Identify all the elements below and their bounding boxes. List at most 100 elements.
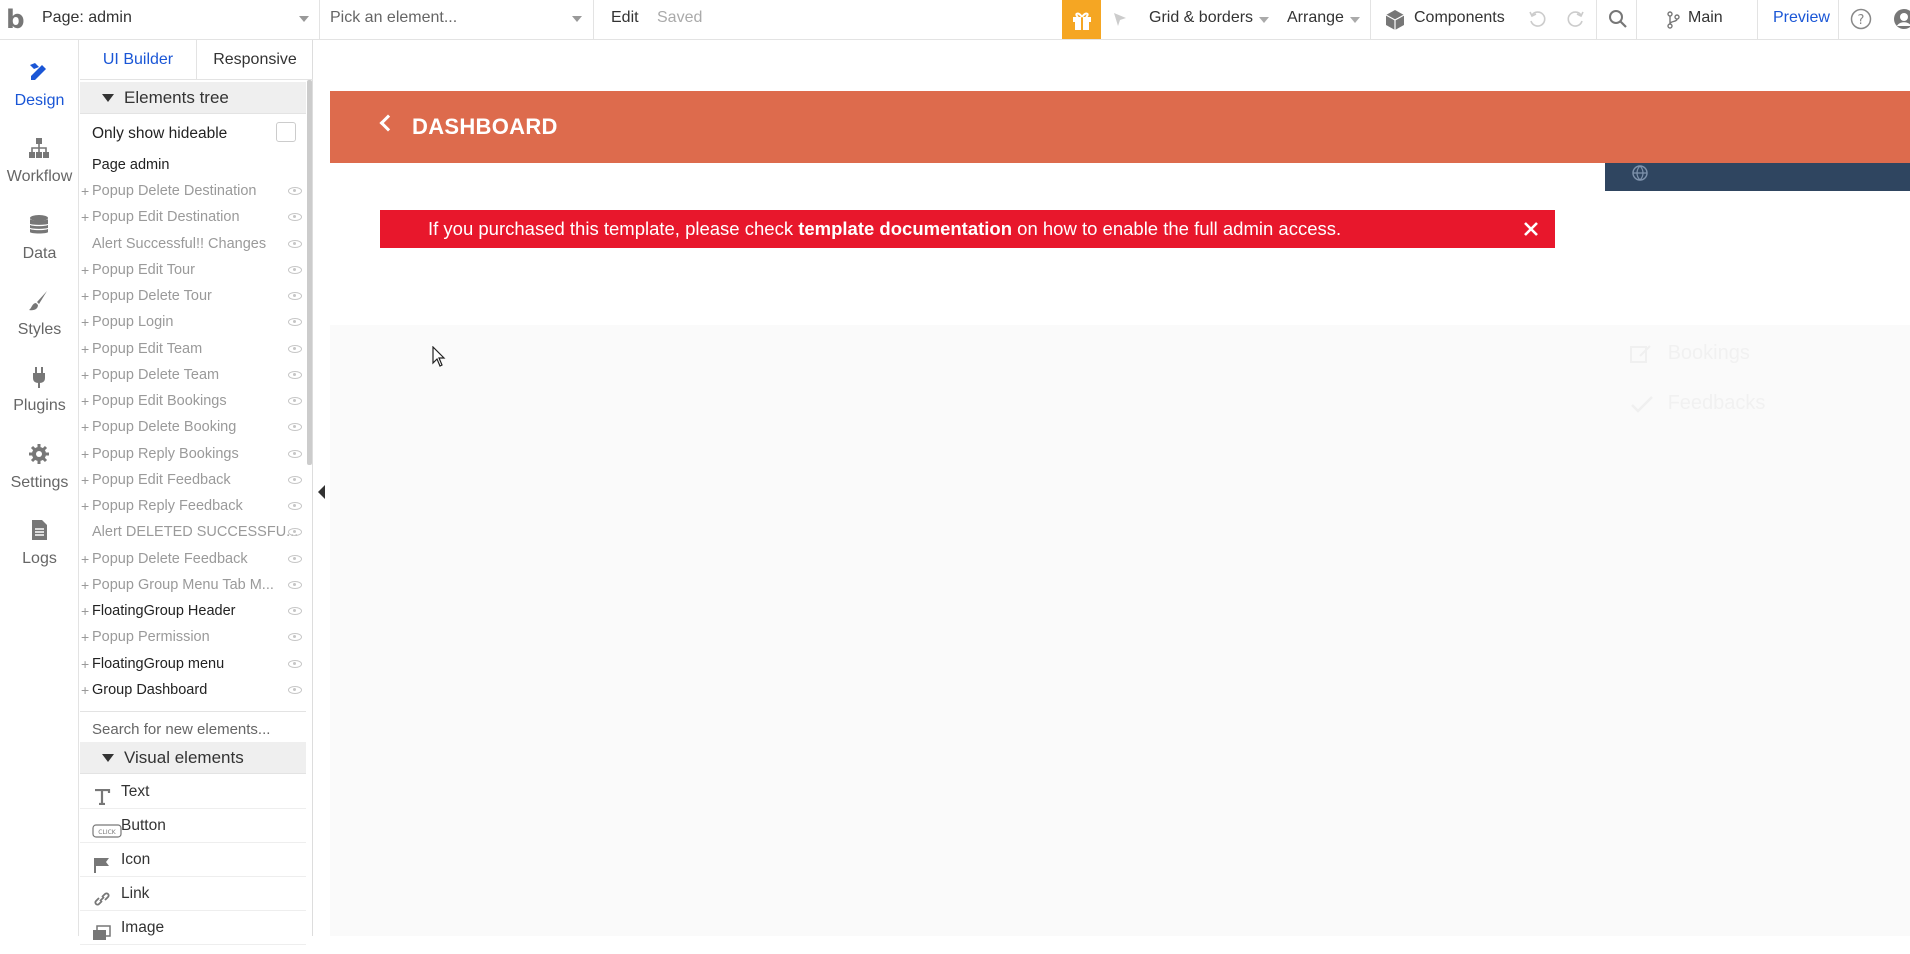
eye-icon[interactable] bbox=[288, 450, 302, 458]
tree-item[interactable]: + Popup Edit Team bbox=[80, 336, 306, 362]
close-icon[interactable] bbox=[1521, 219, 1541, 239]
eye-icon[interactable] bbox=[288, 555, 302, 563]
eye-icon[interactable] bbox=[288, 318, 302, 326]
mouse-cursor-icon bbox=[432, 346, 446, 367]
tab-ui-builder[interactable]: UI Builder bbox=[80, 40, 196, 80]
eye-icon[interactable] bbox=[288, 187, 302, 195]
eye-icon[interactable] bbox=[288, 476, 302, 484]
visual-element-text[interactable]: Text bbox=[80, 775, 306, 809]
select-pointer-icon[interactable] bbox=[1111, 10, 1129, 33]
tree-item[interactable]: + FloatingGroup Header bbox=[80, 598, 306, 624]
search-icon[interactable] bbox=[1608, 9, 1628, 34]
design-canvas[interactable]: DASHBOARD If you purchased this template… bbox=[330, 40, 1910, 936]
expand-plus-icon[interactable]: + bbox=[81, 257, 89, 283]
visual-element-image[interactable]: Image bbox=[80, 911, 306, 945]
expand-plus-icon[interactable]: + bbox=[81, 441, 89, 467]
edit-menu[interactable]: Edit bbox=[611, 0, 639, 40]
expand-plus-icon[interactable]: + bbox=[81, 467, 89, 493]
expand-plus-icon[interactable]: + bbox=[81, 204, 89, 230]
eye-icon[interactable] bbox=[288, 607, 302, 615]
expand-plus-icon[interactable]: + bbox=[81, 572, 89, 598]
tree-item[interactable]: + Popup Reply Feedback bbox=[80, 493, 306, 519]
arrange-menu[interactable]: Arrange bbox=[1287, 0, 1344, 40]
nav-styles[interactable]: Styles bbox=[0, 277, 79, 353]
tree-item[interactable]: + Popup Permission bbox=[80, 624, 306, 650]
tree-item[interactable]: + Popup Delete Booking bbox=[80, 414, 306, 440]
eye-icon[interactable] bbox=[288, 633, 302, 641]
nav-workflow[interactable]: Workflow bbox=[0, 124, 79, 200]
visual-elements-header[interactable]: Visual elements bbox=[80, 742, 306, 774]
eye-icon[interactable] bbox=[288, 528, 302, 536]
eye-icon[interactable] bbox=[288, 660, 302, 668]
preview-button[interactable]: Preview bbox=[1773, 0, 1830, 40]
tree-item[interactable]: + Popup Delete Feedback bbox=[80, 546, 306, 572]
chevron-left-icon[interactable] bbox=[379, 114, 397, 132]
expand-plus-icon[interactable]: + bbox=[81, 651, 89, 677]
expand-plus-icon[interactable]: + bbox=[81, 388, 89, 414]
tree-item[interactable]: + FloatingGroup menu bbox=[80, 651, 306, 677]
page-selector[interactable]: Page: admin bbox=[38, 0, 320, 40]
eye-icon[interactable] bbox=[288, 397, 302, 405]
bubble-logo-icon[interactable]: b bbox=[6, 6, 32, 34]
gift-icon[interactable] bbox=[1062, 0, 1101, 39]
tree-item-page-admin[interactable]: Page admin bbox=[80, 152, 306, 178]
visual-element-button[interactable]: CLICK Button bbox=[80, 809, 306, 843]
collapse-panel-icon[interactable] bbox=[318, 485, 325, 499]
tree-item[interactable]: + Popup Reply Bookings bbox=[80, 441, 306, 467]
visual-element-link[interactable]: Link bbox=[80, 877, 306, 911]
components-button[interactable]: Components bbox=[1414, 0, 1505, 40]
expand-plus-icon[interactable]: + bbox=[81, 493, 89, 519]
eye-icon[interactable] bbox=[288, 502, 302, 510]
tree-item[interactable]: + Popup Login bbox=[80, 309, 306, 335]
tree-item[interactable]: + Popup Edit Bookings bbox=[80, 388, 306, 414]
expand-plus-icon[interactable]: + bbox=[81, 624, 89, 650]
eye-icon[interactable] bbox=[288, 371, 302, 379]
undo-icon[interactable] bbox=[1527, 9, 1547, 34]
element-picker[interactable]: Pick an element... bbox=[322, 0, 594, 40]
branch-selector[interactable]: Main bbox=[1688, 0, 1723, 40]
tree-item[interactable]: + Popup Delete Tour bbox=[80, 283, 306, 309]
eye-icon[interactable] bbox=[288, 581, 302, 589]
tree-item[interactable]: + Popup Delete Team bbox=[80, 362, 306, 388]
redo-icon[interactable] bbox=[1566, 9, 1586, 34]
tree-item[interactable]: Alert DELETED SUCCESSFU... bbox=[80, 519, 306, 545]
expand-plus-icon[interactable]: + bbox=[81, 362, 89, 388]
expand-plus-icon[interactable]: + bbox=[81, 178, 89, 204]
tree-item[interactable]: + Popup Edit Tour bbox=[80, 257, 306, 283]
grid-borders-menu[interactable]: Grid & borders bbox=[1149, 0, 1253, 40]
eye-icon[interactable] bbox=[288, 686, 302, 694]
nav-settings[interactable]: Settings bbox=[0, 430, 79, 506]
expand-plus-icon[interactable]: + bbox=[81, 598, 89, 624]
tree-scrollbar[interactable] bbox=[307, 80, 312, 465]
tree-item[interactable]: + Popup Edit Destination bbox=[80, 204, 306, 230]
eye-icon[interactable] bbox=[288, 240, 302, 248]
tree-item[interactable]: + Popup Delete Destination bbox=[80, 178, 306, 204]
eye-icon[interactable] bbox=[288, 213, 302, 221]
expand-plus-icon[interactable]: + bbox=[81, 546, 89, 572]
nav-logs[interactable]: Logs bbox=[0, 506, 79, 582]
expand-plus-icon[interactable]: + bbox=[81, 336, 89, 362]
tree-item[interactable]: + Popup Group Menu Tab M... bbox=[80, 572, 306, 598]
help-icon[interactable]: ? bbox=[1850, 8, 1872, 35]
expand-plus-icon[interactable]: + bbox=[81, 309, 89, 335]
visual-element-icon[interactable]: Icon bbox=[80, 843, 306, 877]
nav-plugins[interactable]: Plugins bbox=[0, 353, 79, 429]
nav-design[interactable]: Design bbox=[0, 48, 79, 124]
account-icon[interactable] bbox=[1893, 8, 1910, 35]
eye-icon[interactable] bbox=[288, 345, 302, 353]
eye-icon[interactable] bbox=[288, 292, 302, 300]
elements-tree-header[interactable]: Elements tree bbox=[80, 82, 306, 114]
template-documentation-link[interactable]: template documentation bbox=[798, 218, 1012, 239]
tree-item[interactable]: + Popup Edit Feedback bbox=[80, 467, 306, 493]
expand-plus-icon[interactable]: + bbox=[81, 677, 89, 703]
tree-item[interactable]: + Group Dashboard bbox=[80, 677, 306, 703]
eye-icon[interactable] bbox=[288, 266, 302, 274]
tab-responsive[interactable]: Responsive bbox=[196, 40, 313, 80]
nav-data[interactable]: Data bbox=[0, 201, 79, 277]
expand-plus-icon[interactable]: + bbox=[81, 414, 89, 440]
only-show-hideable-checkbox[interactable] bbox=[276, 122, 296, 142]
sidebar-header-block bbox=[1605, 163, 1910, 191]
expand-plus-icon[interactable]: + bbox=[81, 283, 89, 309]
tree-item[interactable]: Alert Successful!! Changes bbox=[80, 231, 306, 257]
eye-icon[interactable] bbox=[288, 423, 302, 431]
